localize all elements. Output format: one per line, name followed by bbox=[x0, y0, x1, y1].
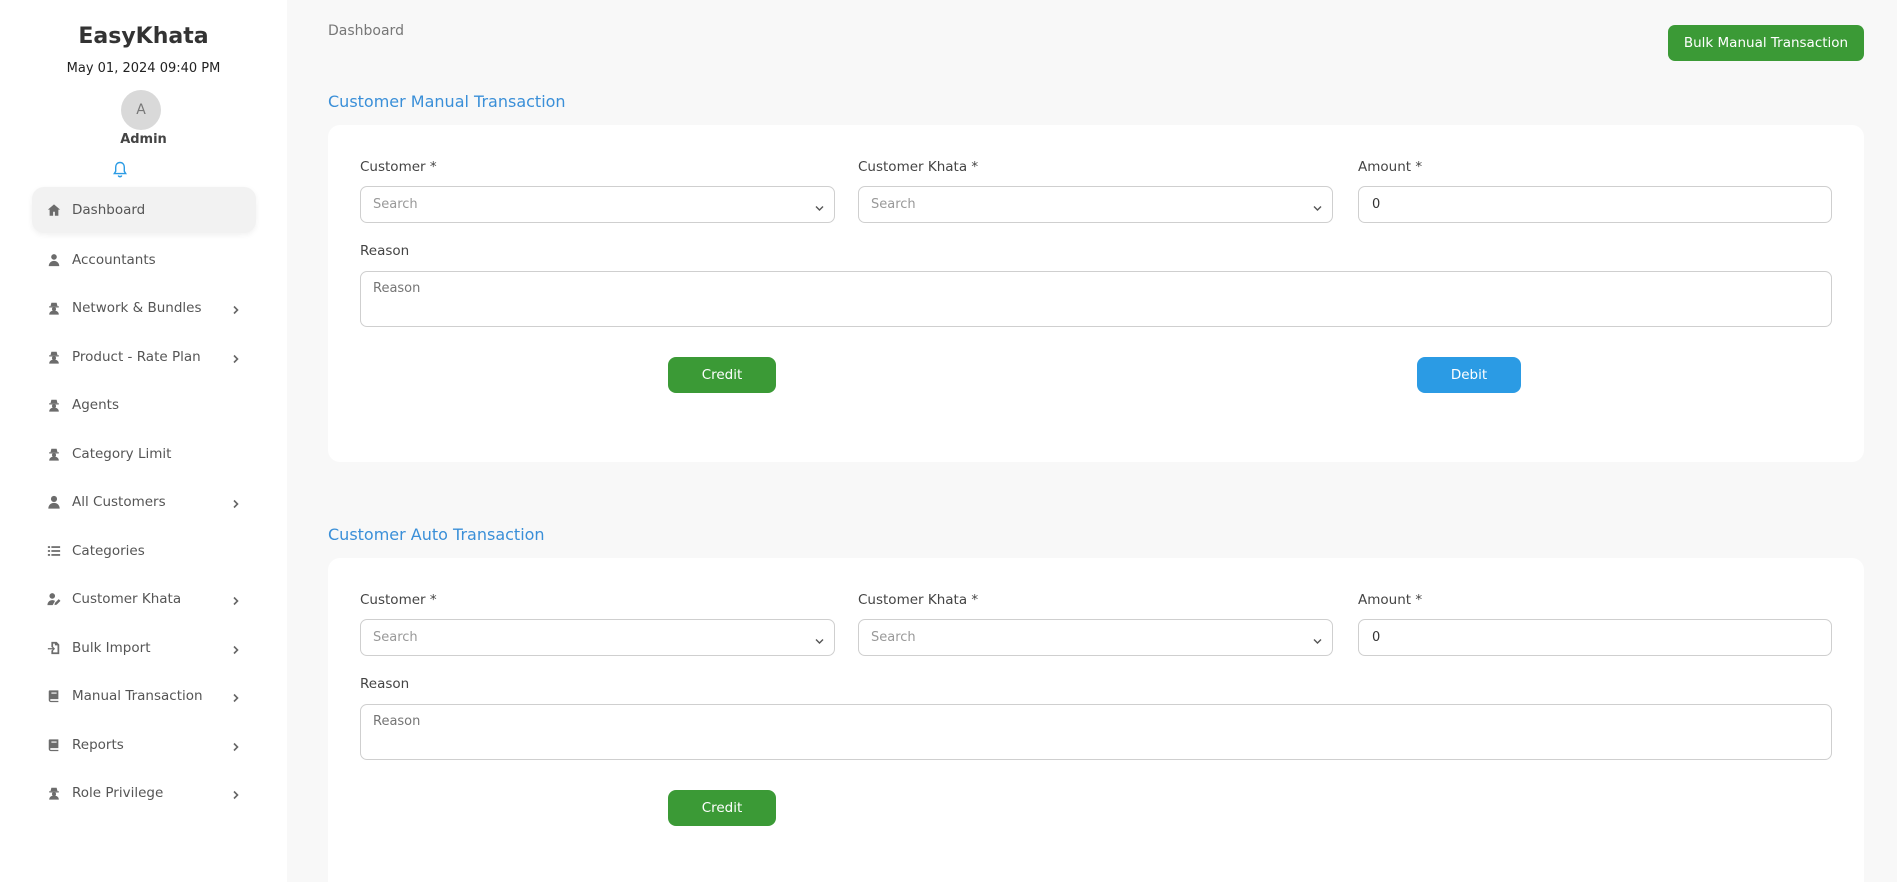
customer-khata-select[interactable]: Search bbox=[858, 619, 1333, 656]
book-icon bbox=[46, 737, 62, 753]
manual-transaction-title: Customer Manual Transaction bbox=[328, 92, 566, 111]
sidebar-item-agents[interactable]: Agents bbox=[32, 381, 256, 430]
file-import-icon bbox=[46, 640, 62, 656]
credit-button[interactable]: Credit bbox=[668, 357, 776, 393]
sidebar-item-label: All Customers bbox=[72, 494, 166, 511]
bulk-manual-transaction-button[interactable]: Bulk Manual Transaction bbox=[1668, 25, 1864, 61]
sidebar-item-label: Customer Khata bbox=[72, 591, 182, 608]
chevron-right-icon bbox=[232, 303, 242, 315]
chevron-right-icon bbox=[232, 352, 242, 363]
sidebar-item-dashboard[interactable]: Dashboard bbox=[32, 187, 256, 233]
chevron-down-icon bbox=[815, 634, 824, 644]
sidebar-item-customer-khata[interactable]: Customer Khata bbox=[32, 575, 256, 624]
customer-select-placeholder: Search bbox=[373, 197, 418, 212]
sidebar: EasyKhata May 01, 2024 09:40 PM A Admin … bbox=[0, 0, 287, 882]
auto-transaction-card: Customer * Search Customer Khata * Searc… bbox=[328, 558, 1864, 882]
sidebar-item-label: Category Limit bbox=[72, 445, 172, 462]
customer-select-placeholder: Search bbox=[373, 630, 418, 645]
sidebar-nav: Dashboard Accountants Network & Bundles Pro… bbox=[32, 187, 256, 818]
sidebar-item-manual-transaction[interactable]: Manual Transaction bbox=[32, 672, 256, 721]
current-datetime: May 01, 2024 09:40 PM bbox=[66, 61, 221, 76]
customer-khata-select-placeholder: Search bbox=[871, 630, 916, 645]
user-secret-icon bbox=[46, 349, 62, 365]
user-secret-icon bbox=[46, 300, 62, 316]
sidebar-item-reports[interactable]: Reports bbox=[32, 721, 256, 770]
customer-label: Customer * bbox=[360, 592, 437, 608]
customer-label: Customer * bbox=[360, 159, 437, 175]
manual-transaction-card: Customer * Search Customer Khata * Searc… bbox=[328, 125, 1864, 462]
auto-transaction-title: Customer Auto Transaction bbox=[328, 525, 545, 544]
chevron-right-icon bbox=[232, 788, 242, 800]
customer-khata-select-placeholder: Search bbox=[871, 197, 916, 212]
customer-select[interactable]: Search bbox=[360, 186, 835, 223]
user-name: Admin bbox=[120, 132, 167, 147]
sidebar-item-bulk-import[interactable]: Bulk Import bbox=[32, 624, 256, 673]
chevron-right-icon bbox=[232, 691, 242, 703]
amount-label: Amount * bbox=[1358, 159, 1423, 175]
chevron-right-icon bbox=[232, 594, 242, 606]
amount-label: Amount * bbox=[1358, 592, 1423, 608]
reason-label: Reason bbox=[360, 676, 410, 692]
home-icon bbox=[46, 202, 62, 218]
list-icon bbox=[46, 543, 62, 559]
sidebar-item-label: Dashboard bbox=[72, 202, 146, 218]
reason-textarea[interactable] bbox=[360, 271, 1832, 327]
chevron-down-icon bbox=[1313, 634, 1322, 644]
sidebar-item-label: Manual Transaction bbox=[72, 688, 203, 705]
brand-name: EasyKhata bbox=[78, 24, 209, 49]
user-secret-icon bbox=[46, 785, 62, 801]
user-edit-icon bbox=[46, 591, 62, 607]
customer-khata-select[interactable]: Search bbox=[858, 186, 1333, 223]
user-secret-icon bbox=[46, 446, 62, 462]
reason-textarea[interactable] bbox=[360, 704, 1832, 760]
reason-label: Reason bbox=[360, 243, 410, 259]
sidebar-item-categories[interactable]: Categories bbox=[32, 527, 256, 576]
customer-select[interactable]: Search bbox=[360, 619, 835, 656]
bell-icon[interactable] bbox=[113, 161, 127, 179]
sidebar-item-label: Role Privilege bbox=[72, 785, 164, 802]
chevron-right-icon bbox=[232, 643, 242, 654]
sidebar-item-product-rate-plan[interactable]: Product - Rate Plan bbox=[32, 333, 256, 382]
chevron-down-icon bbox=[1313, 201, 1322, 211]
chevron-down-icon bbox=[815, 201, 824, 211]
credit-button[interactable]: Credit bbox=[668, 790, 776, 826]
breadcrumb[interactable]: Dashboard bbox=[328, 23, 404, 39]
sidebar-item-role-privilege[interactable]: Role Privilege bbox=[32, 769, 256, 818]
sidebar-item-label: Reports bbox=[72, 736, 124, 753]
sidebar-item-category-limit[interactable]: Category Limit bbox=[32, 430, 256, 479]
sidebar-item-label: Agents bbox=[72, 397, 119, 414]
amount-input[interactable] bbox=[1358, 186, 1832, 223]
sidebar-item-accountants[interactable]: Accountants bbox=[32, 236, 256, 285]
debit-button[interactable]: Debit bbox=[1417, 357, 1521, 393]
sidebar-item-network-bundles[interactable]: Network & Bundles bbox=[32, 284, 256, 333]
sidebar-item-label: Product - Rate Plan bbox=[72, 348, 201, 365]
user-icon bbox=[46, 494, 62, 510]
user-tie-icon bbox=[46, 252, 62, 268]
book-icon bbox=[46, 688, 62, 704]
sidebar-item-label: Bulk Import bbox=[72, 639, 151, 656]
chevron-right-icon bbox=[232, 497, 242, 509]
sidebar-item-label: Accountants bbox=[72, 251, 156, 268]
amount-input[interactable] bbox=[1358, 619, 1832, 656]
sidebar-item-label: Network & Bundles bbox=[72, 300, 202, 317]
chevron-right-icon bbox=[232, 740, 242, 751]
sidebar-item-all-customers[interactable]: All Customers bbox=[32, 478, 256, 527]
avatar[interactable]: A bbox=[121, 90, 161, 130]
customer-khata-label: Customer Khata * bbox=[858, 159, 979, 175]
sidebar-item-label: Categories bbox=[72, 542, 145, 559]
user-secret-icon bbox=[46, 397, 62, 413]
customer-khata-label: Customer Khata * bbox=[858, 592, 979, 608]
